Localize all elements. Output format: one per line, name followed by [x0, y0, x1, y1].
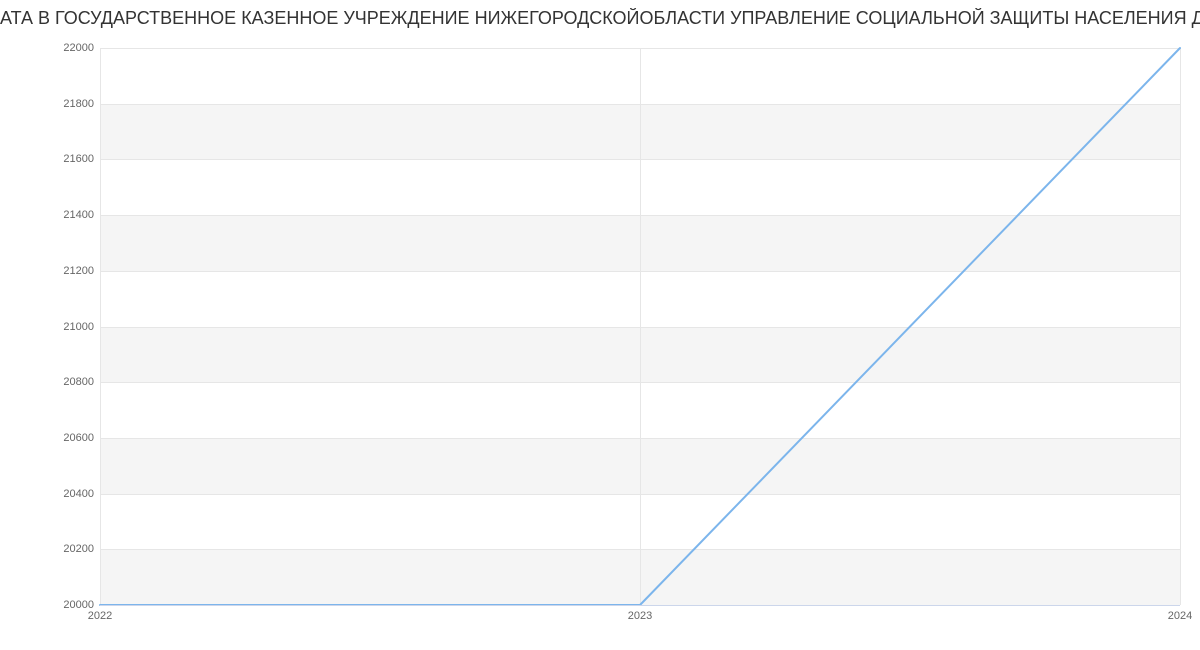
line-chart: АТА В ГОСУДАРСТВЕННОЕ КАЗЕННОЕ УЧРЕЖДЕНИ… — [0, 0, 1200, 650]
x-axis-line — [100, 605, 1180, 606]
y-tick-label: 20600 — [34, 432, 94, 444]
x-gridline — [1180, 48, 1181, 605]
y-tick-label: 21600 — [34, 153, 94, 165]
x-tick-label: 2024 — [1168, 610, 1192, 622]
plot-area — [100, 48, 1180, 605]
y-tick-label: 20800 — [34, 376, 94, 388]
y-tick-label: 20000 — [34, 599, 94, 611]
y-tick-label: 22000 — [34, 42, 94, 54]
x-tick-label: 2023 — [628, 610, 652, 622]
chart-title: АТА В ГОСУДАРСТВЕННОЕ КАЗЕННОЕ УЧРЕЖДЕНИ… — [0, 8, 1200, 29]
y-tick-label: 21800 — [34, 98, 94, 110]
series-layer — [100, 48, 1180, 605]
y-tick-label: 20400 — [34, 488, 94, 500]
y-tick-label: 21200 — [34, 265, 94, 277]
x-tick-label: 2022 — [88, 610, 112, 622]
y-tick-label: 20200 — [34, 543, 94, 555]
y-tick-label: 21000 — [34, 321, 94, 333]
y-tick-label: 21400 — [34, 209, 94, 221]
series-1-line — [100, 48, 1180, 605]
